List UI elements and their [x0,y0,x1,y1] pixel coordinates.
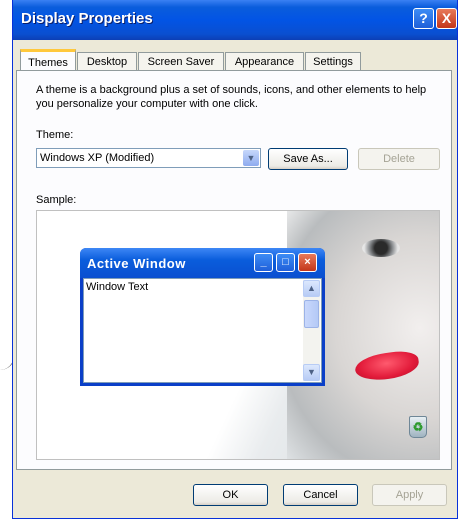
cancel-button[interactable]: Cancel [283,484,358,506]
sample-window-text: Window Text [86,281,149,293]
sample-scrollbar: ▲ ▼ [303,280,320,381]
sample-title-bar: Active Window _ □ × [80,248,325,278]
tab-appearance[interactable]: Appearance [225,52,304,70]
scroll-up-icon: ▲ [303,280,320,297]
sample-text-area: Window Text ▲ ▼ [83,278,322,383]
scroll-thumb [304,300,319,328]
theme-label: Theme: [36,129,74,141]
sample-window-title: Active Window [87,256,186,271]
tab-screen-saver[interactable]: Screen Saver [138,52,224,70]
sample-window-body: Window Text ▲ ▼ [83,278,322,383]
tab-settings[interactable]: Settings [305,52,361,70]
delete-button[interactable]: Delete [358,148,440,170]
save-as-button[interactable]: Save As... [268,148,348,170]
minimize-icon: _ [254,253,273,272]
theme-description: A theme is a background plus a set of so… [36,84,427,110]
window-title: Display Properties [21,10,153,27]
close-icon: × [298,253,317,272]
help-icon[interactable]: ? [413,8,434,29]
scroll-down-icon: ▼ [303,364,320,381]
dropdown-arrow-icon[interactable]: ▼ [243,150,259,166]
tab-desktop[interactable]: Desktop [77,52,137,70]
close-icon[interactable]: X [436,8,457,29]
tab-themes[interactable]: Themes [20,49,76,71]
ok-button[interactable]: OK [193,484,268,506]
maximize-icon: □ [276,253,295,272]
sample-active-window: Active Window _ □ × Window Text ▲ ▼ [80,248,325,386]
theme-select[interactable]: Windows XP (Modified) ▼ [36,148,261,168]
title-bar[interactable]: Display Properties ? X [13,0,457,40]
theme-select-value: Windows XP (Modified) [40,152,155,164]
sample-label: Sample: [36,194,77,206]
wallpaper-eye [362,239,400,257]
recycle-bin-icon: ♻ [409,416,427,438]
apply-button[interactable]: Apply [372,484,447,506]
